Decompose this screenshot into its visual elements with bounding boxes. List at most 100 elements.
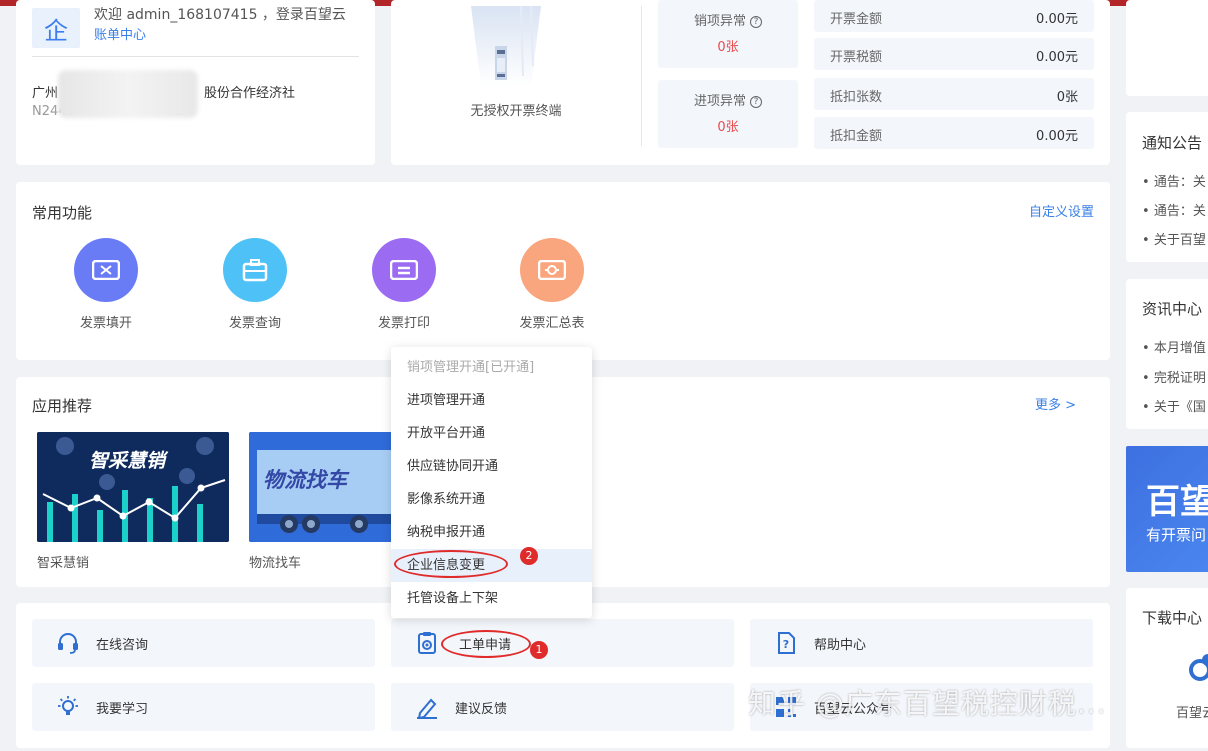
menu-item-supply-chain[interactable]: 供应链协同开通 [391, 450, 592, 483]
news-item-text: 本月增值 [1153, 341, 1206, 356]
function-invoice-issue[interactable]: 发票填开 [46, 238, 166, 331]
function-label: 发票填开 [79, 316, 132, 331]
tile-help-center[interactable]: ? 帮助中心 [750, 619, 1093, 667]
tile-label: 我要学习 [96, 702, 149, 717]
app-label[interactable]: 智采慧销 [37, 552, 89, 571]
input-exception-value: 0张 [717, 120, 739, 135]
download-title: 下载中心 [1142, 609, 1203, 627]
function-invoice-query[interactable]: 发票查询 [195, 238, 315, 331]
watermark-text: 知乎 @广东百望税控财税... [748, 687, 1107, 720]
function-invoice-print[interactable]: 发票打印 [344, 238, 464, 331]
menu-item-image-system[interactable]: 影像系统开通 [391, 483, 592, 516]
privacy-blur [58, 70, 198, 118]
company-avatar: 企 [32, 8, 80, 48]
summary-row: 开票税额 0.00元 [814, 38, 1094, 70]
promo-banner-subtitle: 有开票问 [1146, 526, 1207, 544]
news-title: 资讯中心 [1142, 300, 1203, 318]
function-invoice-summary[interactable]: 发票汇总表 [492, 238, 612, 331]
common-functions-card: 常用功能 自定义设置 发票填开 发票查询 发票打印 发票汇总表 [16, 182, 1110, 360]
summary-value: 0.00元 [1036, 12, 1078, 27]
function-label: 发票打印 [377, 316, 430, 331]
section-title: 应用推荐 [32, 397, 93, 415]
service-dropdown-menu: 销项管理开通[已开通] 进项管理开通 开放平台开通 供应链协同开通 影像系统开通… [391, 347, 592, 618]
summary-row: 抵扣金额 0.00元 [814, 117, 1094, 149]
info-icon[interactable]: ? [750, 15, 762, 28]
welcome-text: 欢迎 admin_16810741​5 ，登录百望云 [94, 7, 346, 23]
more-link[interactable]: 更多 > [1035, 394, 1076, 413]
notice-item-text: 通告：关 [1153, 204, 1206, 219]
section-title: 常用功能 [32, 204, 93, 222]
headset-icon [58, 633, 78, 654]
vertical-divider [641, 6, 642, 146]
sales-exception-text: 销项异常 [693, 14, 746, 29]
input-exception-box[interactable]: 进项异常? 0张 [658, 80, 798, 148]
summary-label: 抵扣张数 [830, 90, 883, 105]
notice-item-text: 通告：关 [1153, 175, 1206, 190]
company-name-prefix: 广州 [32, 86, 59, 101]
summary-row: 抵扣张数 0张 [814, 78, 1094, 110]
notice-card: 通知公告 • 通告：关 • 通告：关 • 关于百望 [1126, 112, 1208, 262]
sales-exception-value: 0张 [717, 40, 739, 55]
promo-banner[interactable]: 百望 有开票问 [1126, 446, 1208, 572]
news-item[interactable]: • 完税证明 [1142, 367, 1206, 386]
ticket-icon [74, 238, 138, 302]
info-icon[interactable]: ? [750, 95, 762, 108]
tile-label: 建议反馈 [455, 702, 508, 717]
work-order-icon [418, 632, 436, 654]
app-banner-text: 物流找车 [263, 468, 347, 492]
tile-label: 在线咨询 [96, 638, 149, 653]
function-label: 发票汇总表 [519, 316, 585, 331]
summary-row: 开票金额 0.00元 [814, 0, 1094, 32]
menu-item-input-management[interactable]: 进项管理开通 [391, 384, 592, 417]
invoice-stats-card: 无授权开票终端 销项异常? 0张 进项异常? 0张 开票金额 0.00元 开票税… [391, 0, 1110, 165]
input-exception-text: 进项异常 [693, 94, 746, 109]
billing-center-link[interactable]: 账单中心 [94, 24, 146, 43]
summary-label: 开票税额 [830, 50, 883, 65]
cloud-app-icon[interactable] [1184, 650, 1208, 682]
tile-feedback[interactable]: 建议反馈 [391, 683, 734, 731]
download-card: 下载中心 百望云 [1126, 588, 1208, 748]
news-item[interactable]: • 本月增值 [1142, 337, 1206, 356]
print-ticket-icon [372, 238, 436, 302]
right-top-card [1126, 0, 1208, 96]
app-banner-smart-procurement[interactable]: 智采慧销 [37, 432, 229, 542]
app-banner-logistics[interactable]: 物流找车 [249, 432, 409, 542]
summary-value: 0.00元 [1036, 50, 1078, 65]
notice-item[interactable]: • 通告：关 [1142, 200, 1206, 219]
notice-item[interactable]: • 关于百望 [1142, 229, 1206, 248]
terminal-illustration-icon [471, 6, 541, 86]
tile-learning[interactable]: 我要学习 [32, 683, 375, 731]
sales-exception-label: 销项异常? [658, 10, 798, 29]
company-name-suffix: 股份合作经济社 [204, 86, 296, 101]
news-item-text: 关于《国 [1153, 400, 1206, 415]
notice-title: 通知公告 [1142, 134, 1203, 152]
promo-banner-title: 百望 [1146, 482, 1208, 522]
function-label: 发票查询 [228, 316, 281, 331]
briefcase-icon [223, 238, 287, 302]
menu-item-hosted-device[interactable]: 托管设备上下架 [391, 582, 592, 615]
custom-settings-link[interactable]: 自定义设置 [1029, 201, 1094, 220]
notice-item[interactable]: • 通告：关 [1142, 171, 1206, 190]
service-card: 在线咨询 工单申请 ? 帮助中心 我要学习 建议反馈 百望云公众号 [16, 603, 1110, 748]
terminal-status: 无授权开票终端 [470, 104, 562, 119]
app-banner-text: 智采慧销 [89, 450, 166, 472]
svg-text:?: ? [783, 638, 789, 651]
menu-item-open-platform[interactable]: 开放平台开通 [391, 417, 592, 450]
help-doc-icon: ? [778, 632, 795, 654]
tile-online-consult[interactable]: 在线咨询 [32, 619, 375, 667]
summary-value: 0张 [1056, 90, 1078, 105]
summary-ticket-icon [520, 238, 584, 302]
sales-exception-box[interactable]: 销项异常? 0张 [658, 0, 798, 68]
summary-label: 开票金额 [830, 12, 883, 27]
download-item[interactable]: 百望云 [1176, 702, 1208, 721]
summary-value: 0.00元 [1036, 129, 1078, 144]
annotation-circle-company-info [394, 550, 508, 578]
notice-item-text: 关于百望 [1153, 233, 1206, 248]
app-label[interactable]: 物流找车 [249, 552, 301, 571]
news-card: 资讯中心 • 本月增值 • 完税证明 • 关于《国 [1126, 279, 1208, 429]
tile-label: 帮助中心 [814, 638, 867, 653]
annotation-circle-work-order [441, 630, 531, 658]
menu-item-tax-filing[interactable]: 纳税申报开通 [391, 516, 592, 549]
lightbulb-icon [58, 696, 78, 715]
news-item[interactable]: • 关于《国 [1142, 396, 1206, 415]
